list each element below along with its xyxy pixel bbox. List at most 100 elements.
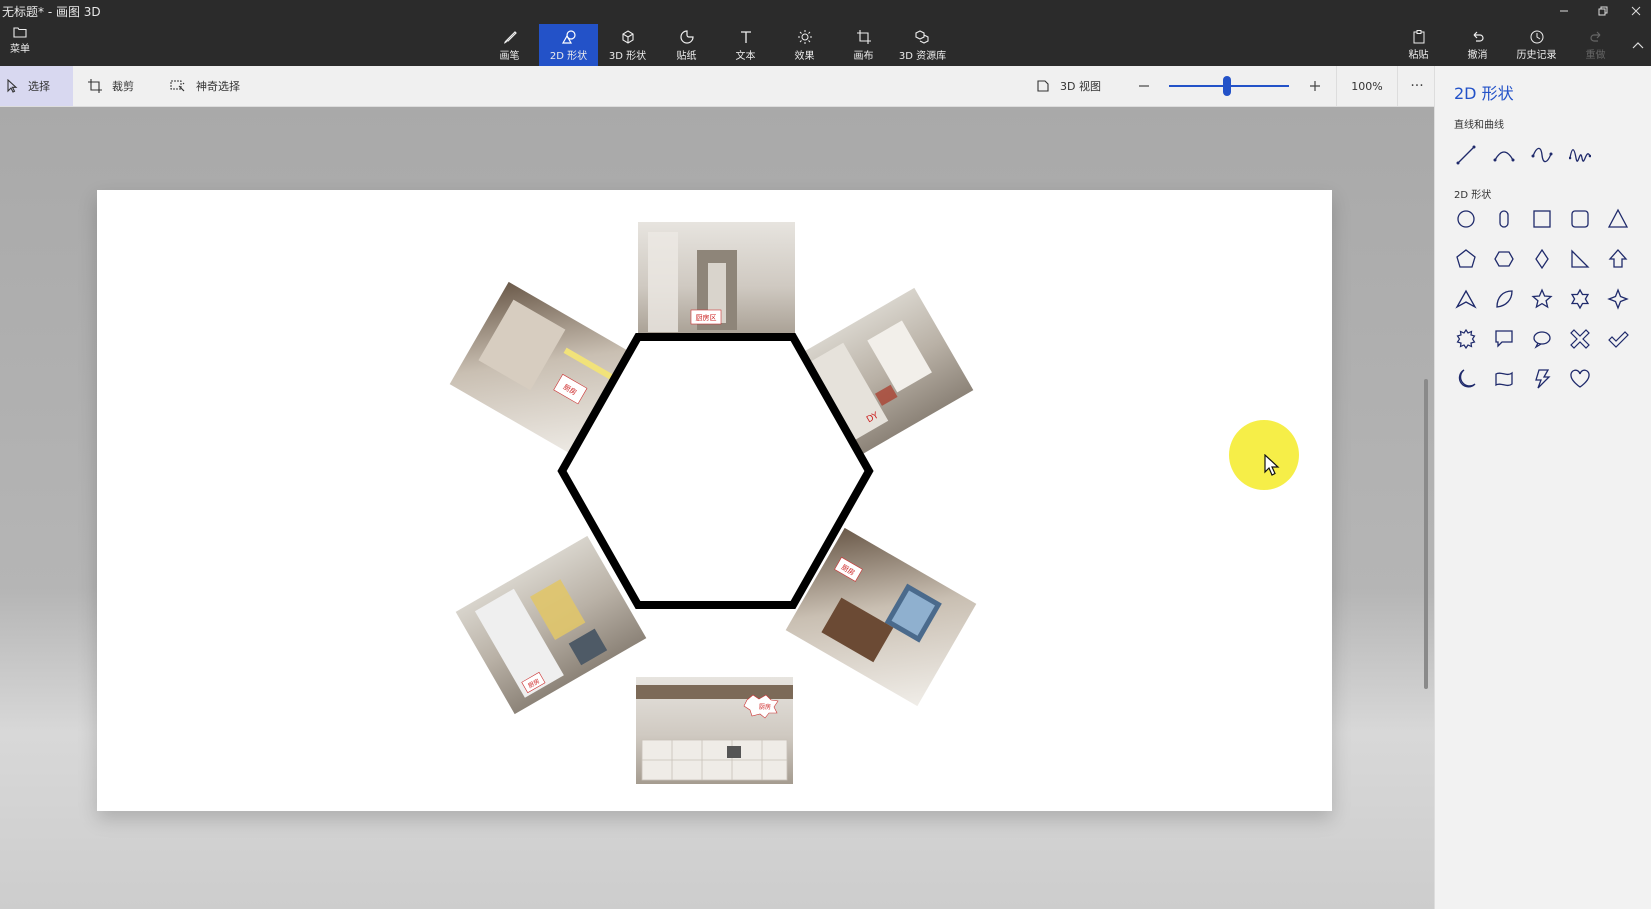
zoom-percentage[interactable]: 100% bbox=[1336, 66, 1398, 106]
x-shape-tool[interactable] bbox=[1561, 320, 1599, 358]
lines-section-label: 直线和曲线 bbox=[1454, 120, 1504, 131]
toolbar: 选择 裁剪 神奇选择 3D 视图 100% ··· bbox=[0, 66, 1434, 107]
star-5-icon bbox=[1531, 288, 1553, 309]
zoom-slider-thumb[interactable] bbox=[1222, 76, 1231, 96]
menu-button[interactable]: 菜单 bbox=[4, 26, 36, 62]
3d-view-toggle[interactable]: 3D 视图 bbox=[1036, 66, 1101, 106]
thought-bubble-icon bbox=[1533, 331, 1551, 349]
thought-bubble-tool[interactable] bbox=[1523, 320, 1561, 358]
tab-brushes[interactable]: 画笔 bbox=[480, 24, 539, 66]
square-tool[interactable] bbox=[1523, 200, 1561, 238]
undo-icon bbox=[1473, 31, 1484, 42]
plus-icon bbox=[1310, 81, 1320, 91]
diamond-tool[interactable] bbox=[1523, 240, 1561, 278]
arrow-up-tool[interactable] bbox=[1599, 240, 1637, 278]
curve-tool[interactable] bbox=[1485, 136, 1523, 174]
right-triangle-tool[interactable] bbox=[1561, 240, 1599, 278]
canvas[interactable]: 厨房区 DY 厨房 厨房 厨房 厨房 bbox=[97, 190, 1332, 811]
check-shape-tool[interactable] bbox=[1599, 320, 1637, 358]
paste-button[interactable]: 粘贴 bbox=[1389, 24, 1448, 66]
close-icon bbox=[1631, 6, 1641, 16]
tab-label: 效果 bbox=[794, 51, 815, 62]
tab-label: 2D 形状 bbox=[549, 51, 588, 62]
tab-label: 3D 资源库 bbox=[898, 51, 947, 62]
sticker-icon bbox=[679, 30, 694, 44]
triangle-icon bbox=[1607, 208, 1629, 228]
moon-tool[interactable] bbox=[1447, 360, 1485, 398]
redo-button[interactable]: 重做 bbox=[1566, 24, 1625, 66]
zoom-out-button[interactable] bbox=[1137, 66, 1151, 106]
paste-label: 粘贴 bbox=[1408, 50, 1429, 61]
star-6-tool[interactable] bbox=[1561, 280, 1599, 318]
hexagon-tool[interactable] bbox=[1485, 240, 1523, 278]
tab-label: 文本 bbox=[735, 51, 756, 62]
star-4-tool[interactable] bbox=[1599, 280, 1637, 318]
star-6-icon bbox=[1570, 288, 1590, 310]
rounded-square-icon bbox=[1571, 210, 1589, 228]
restore-icon bbox=[1598, 6, 1608, 16]
restore-button[interactable] bbox=[1588, 0, 1618, 22]
magic-select-icon bbox=[170, 80, 185, 92]
square-icon bbox=[1533, 210, 1551, 228]
banner-tool[interactable] bbox=[1485, 360, 1523, 398]
triangle-tool[interactable] bbox=[1599, 200, 1637, 238]
tab-canvas[interactable]: 画布 bbox=[834, 24, 893, 66]
line-tool[interactable] bbox=[1447, 136, 1485, 174]
tab-2d-shapes[interactable]: 2D 形状 bbox=[539, 24, 598, 66]
tab-label: 3D 形状 bbox=[608, 51, 647, 62]
tab-label: 画笔 bbox=[499, 51, 520, 62]
burst-tool[interactable] bbox=[1447, 320, 1485, 358]
tab-stickers[interactable]: 贴纸 bbox=[657, 24, 716, 66]
crop-tool[interactable]: 裁剪 bbox=[88, 66, 134, 106]
tab-text[interactable]: 文本 bbox=[716, 24, 775, 66]
x-icon bbox=[1570, 329, 1590, 349]
pentagon-tool[interactable] bbox=[1447, 240, 1485, 278]
3d-view-label: 3D 视图 bbox=[1060, 80, 1101, 93]
magic-select-tool[interactable]: 神奇选择 bbox=[170, 66, 240, 106]
lightning-icon bbox=[1535, 369, 1551, 389]
leaf-icon bbox=[1496, 290, 1513, 308]
wave-curve-tool[interactable] bbox=[1561, 136, 1599, 174]
close-button[interactable] bbox=[1621, 0, 1651, 22]
crop-label: 裁剪 bbox=[112, 80, 134, 93]
moon-icon bbox=[1458, 369, 1476, 388]
collapse-ribbon-button[interactable] bbox=[1625, 24, 1651, 66]
lightning-tool[interactable] bbox=[1523, 360, 1561, 398]
shapes-panel: 2D 形状 直线和曲线 2D 形状 bbox=[1434, 66, 1651, 909]
more-options-button[interactable]: ··· bbox=[1400, 66, 1434, 106]
vertical-scrollbar[interactable] bbox=[1424, 379, 1428, 689]
chevron-tool[interactable] bbox=[1447, 280, 1485, 318]
ellipsis-icon: ··· bbox=[1410, 78, 1424, 94]
history-label: 历史记录 bbox=[1516, 50, 1557, 61]
undo-label: 撤消 bbox=[1467, 50, 1488, 61]
tab-3d-library[interactable]: 3D 资源库 bbox=[893, 24, 952, 66]
tab-effects[interactable]: 效果 bbox=[775, 24, 834, 66]
crop-icon bbox=[88, 79, 102, 93]
zoom-in-button[interactable] bbox=[1308, 66, 1322, 106]
capsule-tool[interactable] bbox=[1485, 200, 1523, 238]
circle-icon bbox=[1457, 210, 1475, 228]
photo-label: 厨房 bbox=[759, 703, 771, 711]
s-curve-tool[interactable] bbox=[1523, 136, 1561, 174]
history-button[interactable]: 历史记录 bbox=[1507, 24, 1566, 66]
pointer-icon bbox=[7, 79, 18, 93]
heart-tool[interactable] bbox=[1561, 360, 1599, 398]
shapes-section-label: 2D 形状 bbox=[1454, 190, 1492, 201]
window-title: 无标题* - 画图 3D bbox=[2, 5, 101, 19]
photo-top[interactable]: 厨房区 bbox=[638, 222, 795, 340]
shapes-grid bbox=[1447, 200, 1637, 398]
circle-tool[interactable] bbox=[1447, 200, 1485, 238]
minimize-button[interactable] bbox=[1549, 0, 1579, 22]
panel-title: 2D 形状 bbox=[1454, 84, 1514, 103]
tab-3d-shapes[interactable]: 3D 形状 bbox=[598, 24, 657, 66]
brush-icon bbox=[503, 31, 517, 44]
photo-bottom[interactable]: 厨房 bbox=[636, 677, 793, 784]
speech-bubble-tool[interactable] bbox=[1485, 320, 1523, 358]
rounded-square-tool[interactable] bbox=[1561, 200, 1599, 238]
text-icon bbox=[740, 31, 751, 43]
select-tool[interactable]: 选择 bbox=[0, 66, 73, 106]
leaf-tool[interactable] bbox=[1485, 280, 1523, 318]
undo-button[interactable]: 撤消 bbox=[1448, 24, 1507, 66]
s-curve-icon bbox=[1531, 147, 1553, 163]
star-5-tool[interactable] bbox=[1523, 280, 1561, 318]
